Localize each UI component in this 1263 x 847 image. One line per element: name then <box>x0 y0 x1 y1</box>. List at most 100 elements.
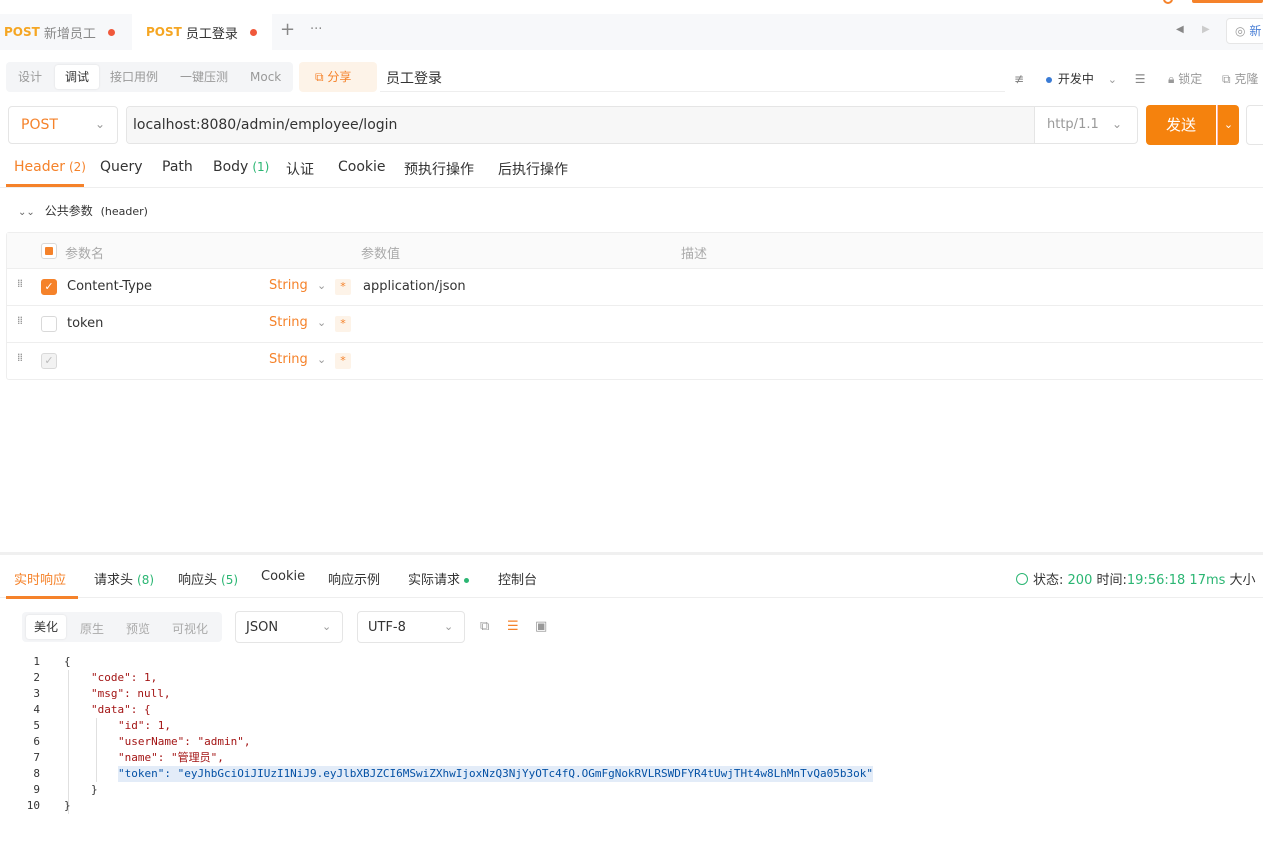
mode-design[interactable]: 设计 <box>18 62 42 92</box>
tab-response-example[interactable]: 响应示例 <box>328 569 380 588</box>
params-table: 参数名 参数值 描述 ⁞⁞ ✓ Content-Type String ⌄ * … <box>6 232 1263 380</box>
column-header: 描述 <box>681 247 708 262</box>
tab-query[interactable]: Query <box>100 159 143 175</box>
row-checkbox[interactable]: ✓ <box>41 279 57 295</box>
tab-add-employee[interactable]: POST 新增员工 <box>4 14 115 50</box>
row-checkbox[interactable] <box>41 316 57 332</box>
edit-icon[interactable]: ≢ <box>1014 72 1024 86</box>
required-icon[interactable]: * <box>335 279 351 295</box>
param-value[interactable]: application/json <box>363 279 466 294</box>
tab-response-headers[interactable]: 响应头 (5) <box>178 569 238 588</box>
param-type-select[interactable]: String <box>269 352 308 367</box>
tab-label: Body <box>213 159 249 175</box>
tab-cookie[interactable]: Cookie <box>338 159 386 175</box>
url-input[interactable] <box>127 107 1035 143</box>
chevron-down-icon[interactable]: ⌄ <box>317 316 326 329</box>
mode-test-case[interactable]: 接口用例 <box>110 62 158 92</box>
public-params-toggle[interactable]: ⌄⌄ 公共参数 (header) <box>18 202 148 219</box>
tab-label: 实时响应 <box>14 573 67 588</box>
panel-splitter[interactable] <box>0 552 1263 555</box>
lock-button[interactable]: 🔒︎ 锁定 <box>1168 70 1202 87</box>
tab-label: 后执行操作 <box>498 162 568 178</box>
list-icon[interactable]: ☰ <box>1135 72 1146 86</box>
required-icon[interactable]: * <box>335 316 351 332</box>
env-select[interactable]: 开发中 <box>1058 72 1094 86</box>
environment-area: ≢ 开发中 ⌄ ☰ <box>1014 70 1146 87</box>
view-preview[interactable]: 预览 <box>126 620 150 637</box>
drag-handle-icon[interactable]: ⁞⁞ <box>17 352 23 363</box>
size-label: 大小 <box>1229 573 1256 588</box>
code-text: "id": 1, <box>118 719 171 732</box>
param-name[interactable]: token <box>67 316 103 331</box>
page-title[interactable]: 员工登录 <box>386 68 442 88</box>
line-number: 2 <box>33 671 40 684</box>
scroll-right-icon[interactable]: ▶ <box>1202 24 1210 35</box>
code-text: "msg": null, <box>91 687 171 700</box>
method-select[interactable]: POST ⌄ <box>8 106 118 144</box>
top-action-button-edge[interactable] <box>1192 0 1263 3</box>
scroll-left-icon[interactable]: ◀ <box>1176 24 1184 35</box>
format-select[interactable]: JSON ⌄ <box>235 611 343 643</box>
tab-path[interactable]: Path <box>162 159 193 175</box>
code-text: "userName": "admin", <box>118 735 251 748</box>
send-button[interactable]: 发送 <box>1146 105 1216 145</box>
tab-pre-script[interactable]: 预执行操作 <box>404 159 474 179</box>
tab-method: POST <box>4 25 40 39</box>
tab-auth[interactable]: 认证 <box>286 159 314 179</box>
http-version-select[interactable]: http/1.1 <box>1047 117 1099 132</box>
new-window-button[interactable]: ◎ 新 <box>1226 18 1263 44</box>
tab-live-response[interactable]: 实时响应 <box>14 569 66 588</box>
view-pretty[interactable]: 美化 <box>26 615 67 639</box>
status-code: 200 <box>1067 573 1093 588</box>
line-number: 3 <box>33 687 40 700</box>
tab-label: Cookie <box>338 159 386 175</box>
tab-count: (2) <box>68 160 86 174</box>
add-tab-icon[interactable]: + <box>280 19 295 40</box>
required-icon[interactable]: * <box>335 353 351 369</box>
column-header: 参数名 <box>65 247 105 262</box>
tab-label: 请求头 <box>94 573 134 588</box>
send-options-chevron-icon[interactable]: ⌄ <box>1217 105 1239 145</box>
save-button[interactable] <box>1246 105 1263 145</box>
tab-employee-login[interactable]: POST 员工登录 <box>132 14 272 50</box>
drag-handle-icon[interactable]: ⁞⁞ <box>17 315 23 326</box>
save-icon[interactable]: ▣ <box>535 619 547 634</box>
row-checkbox[interactable]: ✓ <box>41 353 57 369</box>
tab-request-headers[interactable]: 请求头 (8) <box>94 569 154 588</box>
clone-button[interactable]: ⧉ 克隆 <box>1222 70 1258 87</box>
tab-label: Header <box>14 159 65 175</box>
chevron-down-icon[interactable]: ⌄ <box>317 279 326 292</box>
chevron-down-icon[interactable]: ⌄ <box>1108 73 1117 86</box>
mode-debug[interactable]: 调试 <box>55 65 100 89</box>
tab-actual-request[interactable]: 实际请求 <box>408 569 470 588</box>
table-row: ⁞⁞ token String ⌄ * <box>7 306 1263 343</box>
tab-post-script[interactable]: 后执行操作 <box>498 159 568 179</box>
select-all-checkbox[interactable] <box>41 243 57 259</box>
more-tabs-icon[interactable]: ··· <box>310 22 322 37</box>
tab-body[interactable]: Body (1) <box>213 159 269 175</box>
new-window-label: 新 <box>1249 24 1262 38</box>
view-visualize[interactable]: 可视化 <box>172 620 208 637</box>
tab-label: 认证 <box>286 162 314 178</box>
encoding-select[interactable]: UTF-8 ⌄ <box>357 611 465 643</box>
clone-label: 克隆 <box>1234 72 1259 86</box>
chevron-down-icon[interactable]: ⌄ <box>1112 117 1122 131</box>
share-button[interactable]: ⧉ 分享 <box>299 62 377 92</box>
tab-cookie[interactable]: Cookie <box>261 569 305 584</box>
tab-header[interactable]: Header (2) <box>14 159 86 175</box>
param-type-select[interactable]: String <box>269 315 308 330</box>
code-text: "name": "管理员", <box>118 751 224 764</box>
chevron-down-icon[interactable]: ⌄ <box>317 353 326 366</box>
request-tabs: Header (2) Query Path Body (1) 认证 Cookie 预… <box>0 150 1263 188</box>
wrap-lines-icon[interactable]: ☰ <box>507 619 519 634</box>
copy-icon[interactable]: ⧉ <box>480 619 489 634</box>
tab-label: 实际请求 <box>408 573 461 588</box>
param-type-select[interactable]: String <box>269 278 308 293</box>
mode-mock[interactable]: Mock <box>250 62 281 92</box>
line-number: 9 <box>33 783 40 796</box>
mode-load-test[interactable]: 一键压测 <box>180 62 228 92</box>
view-raw[interactable]: 原生 <box>80 620 104 637</box>
drag-handle-icon[interactable]: ⁞⁞ <box>17 278 23 289</box>
param-name[interactable]: Content-Type <box>67 279 152 294</box>
tab-console[interactable]: 控制台 <box>498 569 537 588</box>
